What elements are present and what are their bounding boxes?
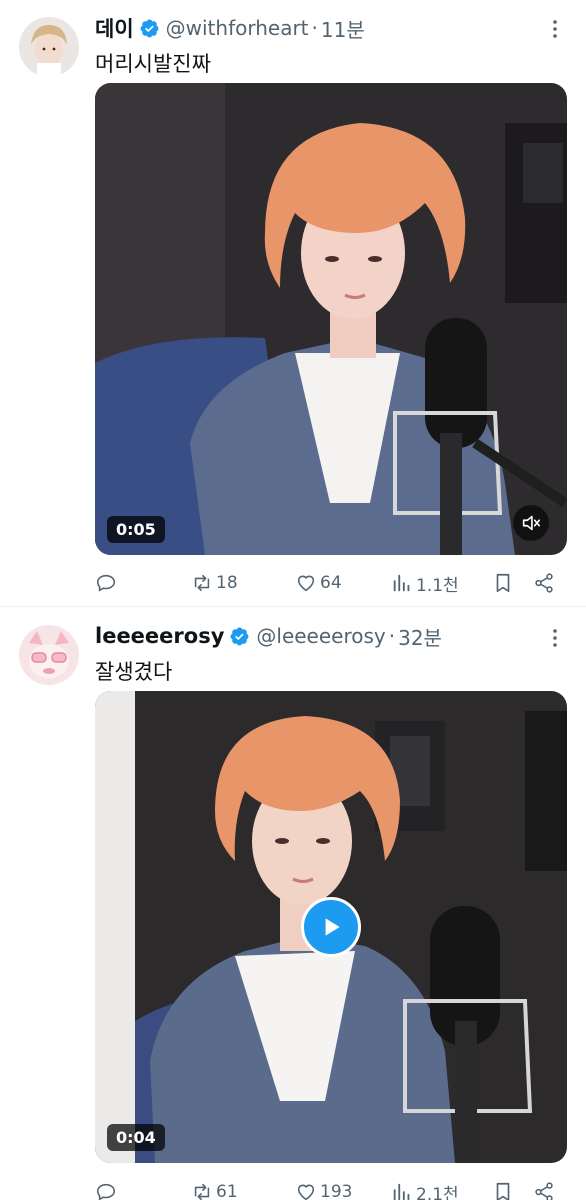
- like-icon: [297, 575, 315, 592]
- view-count: 2.1천: [416, 1184, 459, 1200]
- video-player[interactable]: 0:04: [95, 691, 567, 1163]
- video-frame: [95, 83, 567, 555]
- verified-badge-icon: [230, 627, 249, 645]
- retweet-count: 18: [216, 573, 238, 593]
- display-name[interactable]: 데이: [95, 13, 134, 43]
- tweet-2[interactable]: leeeeerosy @leeeeerosy · 32분 잘생겼다 0:04 6…: [0, 607, 586, 1200]
- play-icon[interactable]: [301, 897, 361, 957]
- user-handle[interactable]: @withforheart: [166, 16, 309, 40]
- retweet-button[interactable]: 61: [191, 1178, 238, 1200]
- video-player[interactable]: 0:05: [95, 83, 567, 555]
- timestamp[interactable]: 32분: [398, 622, 442, 651]
- tweet-text: 잘생겼다: [95, 660, 173, 684]
- reply-icon: [96, 1183, 116, 1200]
- reply-button[interactable]: [95, 569, 120, 597]
- like-count: 193: [320, 1182, 353, 1200]
- verified-badge-icon: [140, 19, 159, 37]
- bookmark-button[interactable]: [492, 1178, 514, 1200]
- like-count: 64: [320, 573, 342, 593]
- more-icon[interactable]: [544, 627, 566, 649]
- tweet-actions: 18 64 1.1천: [95, 569, 567, 597]
- views-icon: [393, 574, 410, 592]
- bookmark-button[interactable]: [492, 569, 514, 597]
- dot-separator: ·: [311, 16, 318, 40]
- bookmark-icon: [496, 573, 510, 593]
- tweet-1[interactable]: 데이 @withforheart · 11분 머리시발진짜 0:05 18 64…: [0, 0, 586, 606]
- views-button[interactable]: 1.1천: [391, 569, 459, 597]
- display-name[interactable]: leeeeerosy: [95, 624, 224, 648]
- retweet-icon: [194, 574, 210, 592]
- like-icon: [297, 1184, 315, 1200]
- user-handle[interactable]: @leeeeerosy: [256, 624, 385, 648]
- tweet-actions: 61 193 2.1천: [95, 1178, 567, 1200]
- more-icon[interactable]: [544, 18, 566, 40]
- timestamp[interactable]: 11분: [321, 14, 365, 43]
- like-button[interactable]: 193: [295, 1178, 352, 1200]
- views-icon: [393, 1183, 410, 1200]
- reply-button[interactable]: [95, 1178, 120, 1200]
- avatar[interactable]: [19, 625, 79, 685]
- tweet-header: 데이 @withforheart · 11분: [95, 13, 365, 43]
- avatar[interactable]: [19, 17, 79, 77]
- retweet-button[interactable]: 18: [191, 569, 238, 597]
- view-count: 1.1천: [416, 575, 459, 596]
- share-icon: [535, 573, 553, 593]
- share-button[interactable]: [533, 569, 555, 597]
- retweet-icon: [194, 1183, 210, 1200]
- reply-icon: [96, 574, 116, 592]
- tweet-header: leeeeerosy @leeeeerosy · 32분: [95, 622, 442, 651]
- bookmark-icon: [496, 1182, 510, 1200]
- retweet-count: 61: [216, 1182, 238, 1200]
- video-duration: 0:05: [107, 516, 165, 543]
- video-duration: 0:04: [107, 1124, 165, 1151]
- views-button[interactable]: 2.1천: [391, 1178, 459, 1200]
- tweet-text: 머리시발진짜: [95, 52, 211, 76]
- share-button[interactable]: [533, 1178, 555, 1200]
- muted-speaker-icon[interactable]: [513, 505, 549, 541]
- share-icon: [535, 1182, 553, 1200]
- like-button[interactable]: 64: [295, 569, 342, 597]
- dot-separator: ·: [388, 624, 396, 648]
